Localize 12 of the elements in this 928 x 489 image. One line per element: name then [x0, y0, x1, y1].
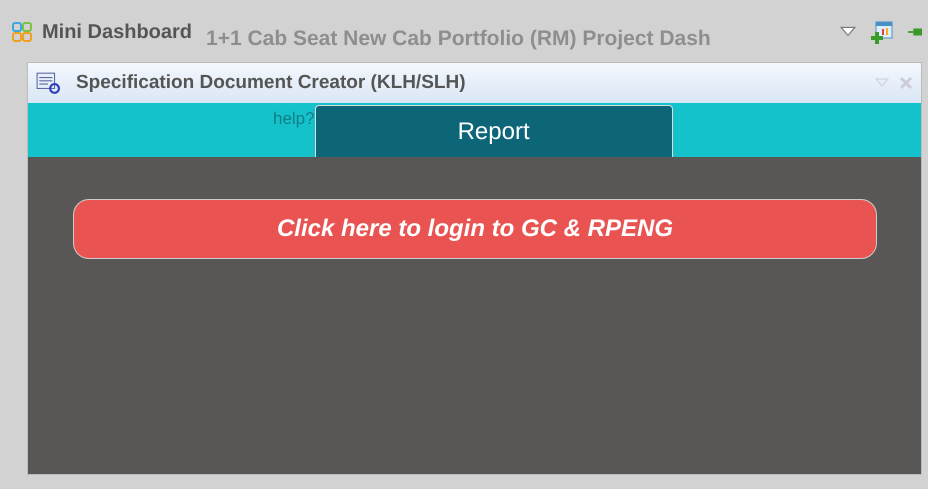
- pin-icon[interactable]: [908, 26, 922, 38]
- dashboard-title: Mini Dashboard: [42, 20, 192, 44]
- help-link[interactable]: help?: [273, 109, 315, 129]
- dropdown-icon[interactable]: [840, 26, 856, 38]
- add-chart-icon[interactable]: [870, 20, 894, 44]
- background-title: 1+1 Cab Seat New Cab Portfolio (RM) Project Dash: [206, 27, 712, 51]
- panel-title: Specification Document Creator (KLH/SLH): [76, 72, 467, 94]
- grid-icon: [12, 22, 32, 42]
- document-icon: [36, 71, 60, 95]
- login-button[interactable]: Click here to login to GC & RPENG: [73, 199, 877, 259]
- close-icon[interactable]: [899, 76, 913, 90]
- report-tab[interactable]: Report: [314, 105, 673, 157]
